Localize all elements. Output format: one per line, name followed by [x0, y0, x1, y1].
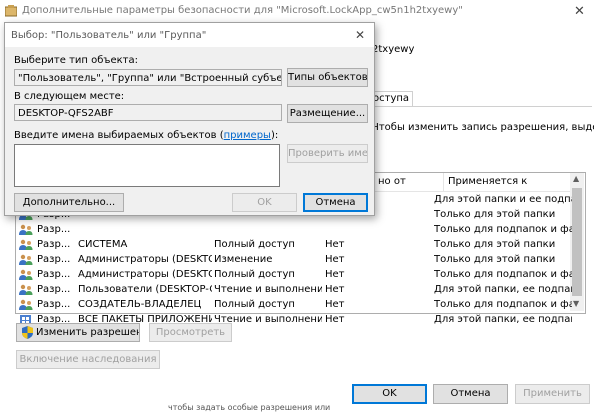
apply-button[interactable]: Применить: [515, 384, 590, 404]
user-group-icon: [19, 254, 33, 266]
row-applies: Для этой папки, ее подпап...: [434, 314, 572, 325]
change-permissions-button[interactable]: Изменить разрешения: [16, 323, 140, 342]
outer-close-icon[interactable]: ✕: [574, 4, 585, 19]
outer-title: Дополнительные параметры безопасности дл…: [22, 5, 463, 16]
scroll-down-icon[interactable]: ▼: [573, 299, 579, 308]
dialog-close-icon[interactable]: ✕: [355, 28, 365, 42]
user-group-icon: [19, 284, 33, 296]
row-applies: Только для подпапок и фай...: [434, 224, 572, 235]
row-inherited: Нет: [325, 269, 345, 280]
advanced-button[interactable]: Дополнительно...: [14, 193, 124, 212]
object-type-field: "Пользователь", "Группа" или "Встроенный…: [14, 69, 282, 86]
shield-window-icon: [4, 5, 18, 18]
row-type: Разр...: [37, 269, 71, 280]
object-type-label: Выберите тип объекта:: [14, 55, 138, 66]
row-applies: Только для подпапок и фай...: [434, 269, 572, 280]
table-row[interactable]: Разр... СОЗДАТЕЛЬ-ВЛАДЕЛЕЦ Полный доступ Не…: [17, 298, 572, 313]
outer-tab-label: оступа: [373, 93, 410, 104]
user-group-icon: [19, 269, 33, 281]
table-scrollbar[interactable]: ▲ ▼: [570, 173, 584, 311]
row-applies: Только для подпапок и фай...: [434, 299, 572, 310]
row-type: Разр...: [37, 254, 71, 265]
scroll-up-icon[interactable]: ▲: [573, 174, 579, 183]
outer-title-bar: Дополнительные параметры безопасности дл…: [0, 0, 600, 24]
row-applies: Только для этой папки: [434, 254, 556, 265]
location-button[interactable]: Размещение...: [287, 104, 368, 123]
row-applies: Только для этой папки: [434, 239, 556, 250]
row-applies: Для этой папки и ее подпап...: [434, 194, 572, 205]
row-type: Разр...: [37, 299, 71, 310]
row-type: Разр...: [37, 284, 71, 295]
object-types-button[interactable]: Типы объектов...: [287, 68, 368, 87]
row-inherited: Нет: [325, 314, 345, 325]
outer-instruction: Чтобы изменить запись разрешения, выдели…: [372, 122, 594, 133]
user-group-icon: [19, 239, 33, 251]
view-button[interactable]: Просмотреть: [149, 323, 232, 342]
check-names-button[interactable]: Проверить имена: [287, 144, 368, 163]
dialog-cancel-button[interactable]: Отмена: [303, 193, 368, 212]
row-principal: СИСТЕМА: [78, 239, 128, 250]
row-access: Полный доступ: [214, 299, 295, 310]
row-access: Изменение: [214, 254, 273, 265]
row-type: Разр...: [37, 239, 71, 250]
uac-shield-icon: [22, 326, 33, 339]
row-access: Полный доступ: [214, 269, 295, 280]
row-applies: Только для этой папки: [434, 209, 556, 220]
change-permissions-label: Изменить разрешения: [36, 327, 139, 338]
select-user-dialog: Выбор: "Пользователь" или "Группа" ✕ Выб…: [4, 22, 375, 216]
header-inherited[interactable]: но от: [374, 173, 444, 191]
row-applies: Для этой папки, ее подпап...: [434, 284, 572, 295]
row-inherited: Нет: [325, 284, 345, 295]
row-principal: Администраторы (DESKTOP-...: [78, 254, 212, 265]
location-field: DESKTOP-QFS2ABF: [14, 104, 282, 121]
location-label: В следующем месте:: [14, 91, 125, 102]
outer-ok-button[interactable]: OK: [352, 384, 427, 404]
row-inherited: Нет: [325, 239, 345, 250]
names-input[interactable]: [14, 144, 280, 187]
outer-name-fragment: 2txyewy: [372, 44, 415, 55]
examples-link[interactable]: примеры: [224, 130, 271, 141]
row-inherited: Нет: [325, 299, 345, 310]
table-row[interactable]: Разр... Администраторы (DESKTOP-...Измене…: [17, 253, 570, 268]
user-group-icon: [19, 299, 33, 311]
dialog-title: Выбор: "Пользователь" или "Группа": [11, 30, 207, 41]
table-row[interactable]: Разр... Только для подпапок и фай...: [17, 223, 572, 238]
table-row[interactable]: Разр... Пользователи (DESKTOP-QF...Чтение…: [17, 283, 572, 298]
header-applies[interactable]: Применяется к: [444, 173, 571, 191]
row-access: Полный доступ: [214, 239, 295, 250]
row-type: Разр...: [37, 224, 71, 235]
outer-bottom-fragment: чтобы задать особые разрешения или: [168, 403, 331, 412]
names-label: Введите имена выбираемых объектов (приме…: [14, 130, 279, 141]
dialog-ok-button[interactable]: OK: [232, 193, 297, 212]
outer-cancel-button[interactable]: Отмена: [433, 384, 508, 404]
dialog-title-bar: Выбор: "Пользователь" или "Группа" ✕: [5, 23, 374, 47]
row-access: Чтение и выполнение: [214, 284, 322, 295]
row-principal: Пользователи (DESKTOP-QF...: [78, 284, 212, 295]
enable-inheritance-button[interactable]: Включение наследования: [16, 350, 160, 369]
user-group-icon: [19, 224, 33, 236]
table-row[interactable]: Разр... СИСТЕМА Полный доступ Нет Только для…: [17, 238, 570, 253]
row-inherited: Нет: [325, 254, 345, 265]
table-row[interactable]: Разр... Администраторы (DESKTOP-...Полный…: [17, 268, 572, 283]
row-principal: СОЗДАТЕЛЬ-ВЛАДЕЛЕЦ: [78, 299, 202, 310]
scroll-thumb[interactable]: [572, 188, 582, 296]
row-principal: Администраторы (DESKTOP-...: [78, 269, 212, 280]
